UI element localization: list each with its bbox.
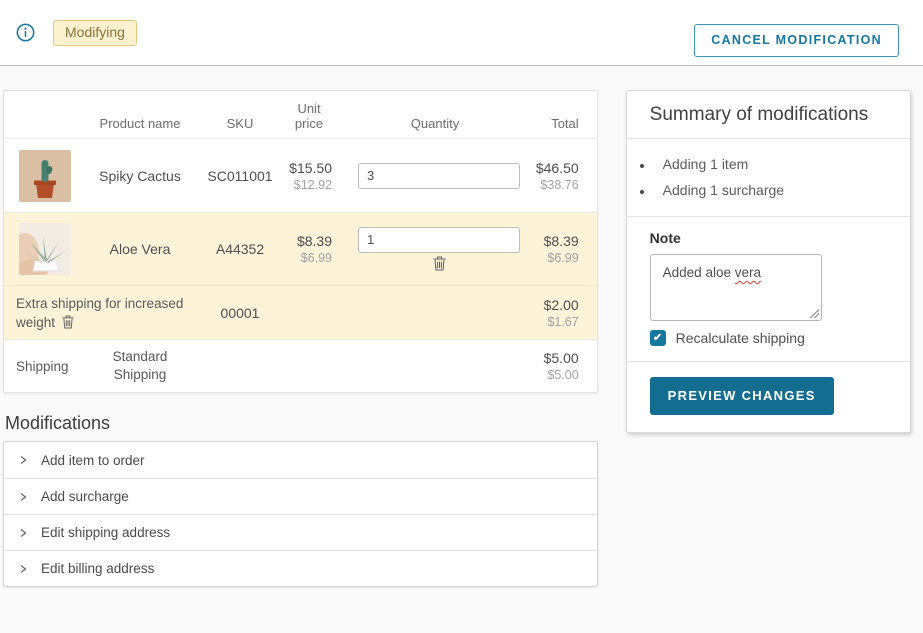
order-items-table: Product name SKU Unit price Quantity Tot… bbox=[3, 90, 598, 393]
unit-price-gross: $8.39 bbox=[282, 232, 332, 250]
accordion-label: Edit billing address bbox=[41, 561, 154, 576]
textarea-resize-handle[interactable] bbox=[809, 308, 819, 318]
shipping-label: Shipping bbox=[4, 359, 82, 374]
product-image-aloe bbox=[19, 223, 71, 275]
chevron-right-icon bbox=[18, 564, 28, 574]
surcharge-label: Extra shipping for increased weight bbox=[16, 296, 183, 330]
table-row-highlighted: Aloe Vera A44352 $8.39 $6.99 bbox=[4, 212, 597, 285]
total-net: $5.00 bbox=[534, 367, 579, 383]
product-sku: A44352 bbox=[198, 241, 282, 257]
total-gross: $2.00 bbox=[534, 296, 579, 314]
accordion-label: Edit shipping address bbox=[41, 525, 170, 540]
accordion-edit-billing-address[interactable]: Edit billing address bbox=[4, 550, 597, 586]
accordion-label: Add surcharge bbox=[41, 489, 129, 504]
product-name: Aloe Vera bbox=[82, 241, 198, 257]
summary-panel: Summary of modifications Adding 1 item A… bbox=[626, 90, 911, 433]
total-gross: $46.50 bbox=[534, 159, 579, 177]
delete-item-trash-icon[interactable] bbox=[433, 256, 446, 271]
note-text-misspelled: vera bbox=[735, 265, 761, 280]
shipping-method: Standard Shipping bbox=[82, 348, 198, 384]
table-header-row: Product name SKU Unit price Quantity Tot… bbox=[4, 91, 597, 138]
recalculate-shipping-label: Recalculate shipping bbox=[676, 330, 805, 346]
surcharge-sku: 00001 bbox=[198, 305, 282, 321]
cancel-modification-button[interactable]: CANCEL MODIFICATION bbox=[694, 24, 899, 57]
accordion-label: Add item to order bbox=[41, 453, 145, 468]
recalculate-shipping-row[interactable]: ✔ Recalculate shipping bbox=[650, 330, 887, 346]
product-sku: SC011001 bbox=[198, 168, 282, 184]
total-gross: $5.00 bbox=[534, 349, 579, 367]
status-badge: Modifying bbox=[53, 20, 137, 46]
header-product-name: Product name bbox=[82, 116, 198, 131]
modifications-accordion: Add item to order Add surcharge Edit shi… bbox=[3, 441, 598, 587]
header-total: Total bbox=[534, 116, 597, 131]
total-gross: $8.39 bbox=[534, 232, 579, 250]
summary-item: Adding 1 surcharge bbox=[654, 177, 887, 203]
note-label: Note bbox=[650, 230, 887, 246]
header-quantity: Quantity bbox=[336, 116, 534, 131]
surcharge-row: Extra shipping for increased weight bbox=[4, 285, 597, 339]
unit-price-net: $12.92 bbox=[282, 177, 332, 193]
accordion-add-surcharge[interactable]: Add surcharge bbox=[4, 478, 597, 514]
unit-price-gross: $15.50 bbox=[282, 159, 332, 177]
table-row: Spiky Cactus SC011001 $15.50 $12.92 $46.… bbox=[4, 138, 597, 212]
top-bar: Modifying CANCEL MODIFICATION bbox=[0, 0, 923, 66]
shipping-row: Shipping Standard Shipping $5.00 $5.00 bbox=[4, 339, 597, 392]
note-textarea[interactable]: Added aloe vera bbox=[650, 254, 822, 321]
product-name: Spiky Cactus bbox=[82, 168, 198, 184]
note-text: Added aloe bbox=[663, 265, 735, 280]
header-unit-price: Unit price bbox=[282, 101, 336, 131]
accordion-add-item[interactable]: Add item to order bbox=[4, 442, 597, 478]
preview-changes-button[interactable]: PREVIEW CHANGES bbox=[650, 377, 834, 415]
total-net: $6.99 bbox=[534, 250, 579, 266]
summary-list: Adding 1 item Adding 1 surcharge bbox=[627, 139, 910, 216]
header-sku: SKU bbox=[198, 116, 282, 131]
delete-surcharge-trash-icon[interactable] bbox=[62, 315, 74, 329]
chevron-right-icon bbox=[18, 528, 28, 538]
info-icon[interactable] bbox=[16, 23, 35, 42]
summary-item: Adding 1 item bbox=[654, 151, 887, 177]
note-section: Note Added aloe vera ✔ Recalculate shipp… bbox=[627, 216, 910, 361]
quantity-input[interactable] bbox=[358, 227, 520, 253]
quantity-input[interactable] bbox=[358, 163, 520, 189]
summary-title: Summary of modifications bbox=[650, 104, 887, 126]
total-net: $1.67 bbox=[534, 314, 579, 330]
page-content: Product name SKU Unit price Quantity Tot… bbox=[0, 66, 923, 587]
unit-price-net: $6.99 bbox=[282, 250, 332, 266]
total-net: $38.76 bbox=[534, 177, 579, 193]
chevron-right-icon bbox=[18, 455, 28, 465]
checkbox-checked-icon[interactable]: ✔ bbox=[650, 330, 666, 346]
modifications-title: Modifications bbox=[5, 413, 598, 434]
chevron-right-icon bbox=[18, 492, 28, 502]
order-column: Product name SKU Unit price Quantity Tot… bbox=[3, 90, 598, 587]
product-image-cactus bbox=[19, 150, 71, 202]
accordion-edit-shipping-address[interactable]: Edit shipping address bbox=[4, 514, 597, 550]
